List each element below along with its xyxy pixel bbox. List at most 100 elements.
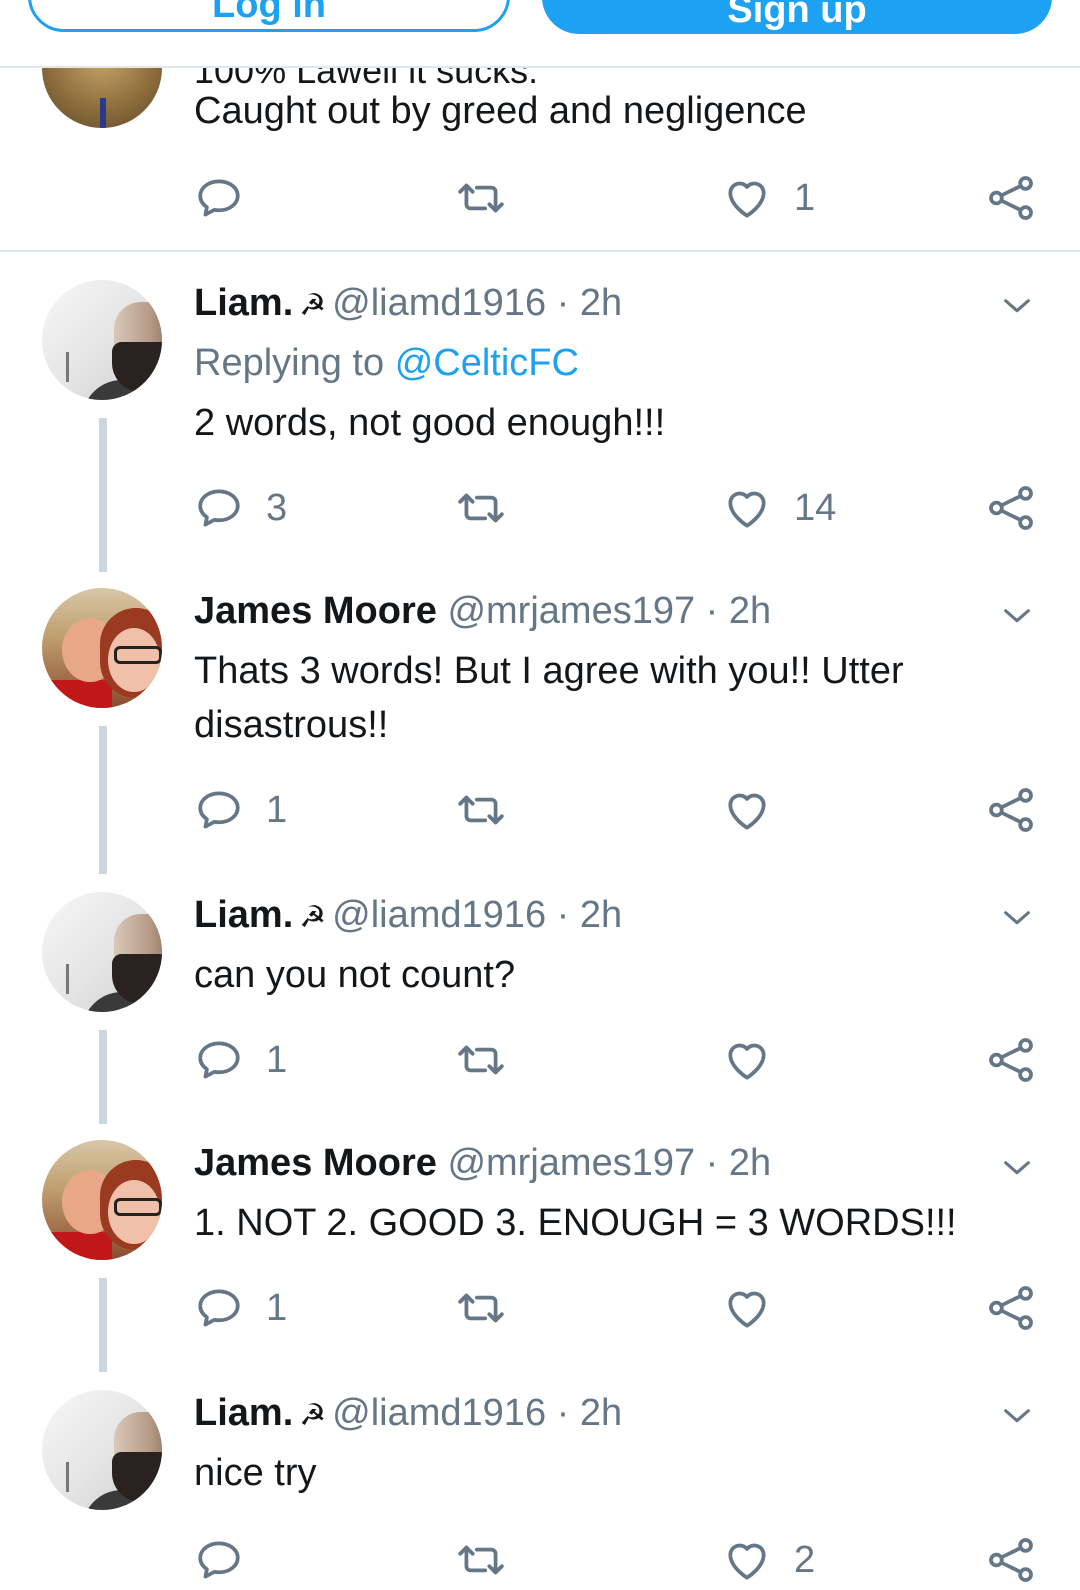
- handle[interactable]: @mrjames197: [447, 590, 695, 632]
- display-name[interactable]: James Moore: [194, 1142, 437, 1184]
- tweet-actions: 1: [0, 1278, 1080, 1338]
- avatar[interactable]: [42, 1390, 162, 1510]
- tweet-text: Thats 3 words! But I agree with you!! Ut…: [194, 650, 904, 746]
- handle[interactable]: @liamd1916: [332, 282, 546, 324]
- timestamp[interactable]: 2h: [580, 282, 622, 324]
- tweet-text: 2 words, not good enough!!!: [194, 402, 666, 444]
- like-button[interactable]: 14: [722, 478, 836, 538]
- like-count: 14: [794, 486, 837, 529]
- timestamp[interactable]: 2h: [580, 894, 622, 936]
- reply-button[interactable]: 3: [194, 478, 287, 538]
- signup-button[interactable]: Sign up: [542, 0, 1052, 34]
- retweet-button[interactable]: [456, 1530, 506, 1590]
- reply-button[interactable]: 1: [194, 1030, 287, 1090]
- like-icon: [728, 793, 766, 830]
- like-button[interactable]: 2: [722, 1530, 815, 1590]
- like-button[interactable]: [722, 780, 794, 840]
- share-button[interactable]: [986, 168, 1036, 228]
- reply-button[interactable]: [194, 168, 244, 228]
- reply-button[interactable]: 1: [194, 780, 287, 840]
- retweet-icon: [458, 795, 504, 825]
- like-button[interactable]: 1: [722, 168, 815, 228]
- retweet-icon: [458, 493, 504, 523]
- chevron-down-icon[interactable]: [1000, 598, 1034, 632]
- display-name[interactable]: Liam.: [194, 282, 293, 324]
- tweet-actions: 2: [0, 1530, 1080, 1590]
- reply-icon: [198, 791, 240, 829]
- reply-count: 1: [266, 1038, 288, 1081]
- tweet-first[interactable]: 100% Lawell it sucks. Caught out by gree…: [0, 68, 1080, 252]
- tweet-actions: 3 14: [0, 478, 1080, 538]
- reply-count: 3: [266, 486, 288, 529]
- reply-button[interactable]: [194, 1530, 266, 1590]
- separator: ·: [556, 282, 570, 324]
- share-icon: [989, 486, 1033, 530]
- share-button[interactable]: [986, 1530, 1036, 1590]
- reply-icon: [198, 1541, 240, 1579]
- display-name[interactable]: James Moore: [194, 590, 437, 632]
- retweet-button[interactable]: [456, 780, 506, 840]
- login-button[interactable]: Log in: [28, 0, 510, 32]
- hammer-sickle-emoji: ☭: [299, 901, 327, 934]
- share-icon: [989, 1538, 1033, 1582]
- avatar[interactable]: [42, 588, 162, 708]
- handle[interactable]: @mrjames197: [447, 1142, 695, 1184]
- tweet-text: Caught out by greed and negligence: [194, 90, 807, 132]
- tweet-actions: 1: [0, 1030, 1080, 1090]
- share-icon: [989, 1038, 1033, 1082]
- timestamp[interactable]: 2h: [580, 1392, 622, 1434]
- display-name[interactable]: Liam.: [194, 1392, 293, 1434]
- reply-icon: [198, 1041, 240, 1079]
- avatar[interactable]: [42, 280, 162, 400]
- tweet-header: Liam. ☭ @liamd1916 · 2h: [194, 282, 622, 325]
- avatar[interactable]: [42, 892, 162, 1012]
- like-button[interactable]: [722, 1030, 794, 1090]
- share-button[interactable]: [986, 780, 1036, 840]
- separator: ·: [705, 590, 719, 632]
- retweet-button[interactable]: [456, 478, 506, 538]
- share-button[interactable]: [986, 478, 1036, 538]
- handle[interactable]: @liamd1916: [332, 1392, 546, 1434]
- timestamp[interactable]: 2h: [729, 590, 771, 632]
- retweet-icon: [458, 1545, 504, 1575]
- like-count: 1: [794, 176, 816, 219]
- separator: ·: [705, 1142, 719, 1184]
- chevron-down-icon[interactable]: [1000, 288, 1034, 322]
- tweet-actions: 1: [0, 780, 1080, 840]
- top-bar: Log in Sign up: [0, 0, 1080, 68]
- like-button[interactable]: [722, 1278, 794, 1338]
- share-icon: [989, 788, 1033, 832]
- reply-icon: [198, 179, 240, 217]
- avatar[interactable]: [42, 68, 162, 128]
- timestamp[interactable]: 2h: [729, 1142, 771, 1184]
- tweet-text: can you not count?: [194, 954, 516, 996]
- separator: ·: [556, 894, 570, 936]
- chevron-down-icon[interactable]: [1000, 1398, 1034, 1432]
- hammer-sickle-emoji: ☭: [299, 1399, 327, 1432]
- retweet-icon: [458, 1045, 504, 1075]
- like-icon: [728, 1543, 766, 1580]
- retweet-button[interactable]: [456, 1030, 506, 1090]
- tweet-header: Liam. ☭ @liamd1916 · 2h: [194, 1392, 622, 1435]
- share-button[interactable]: [986, 1030, 1036, 1090]
- retweet-button[interactable]: [456, 168, 506, 228]
- share-button[interactable]: [986, 1278, 1036, 1338]
- like-count: 2: [794, 1538, 816, 1581]
- reply-button[interactable]: 1: [194, 1278, 287, 1338]
- chevron-down-icon[interactable]: [1000, 900, 1034, 934]
- reply-count: 1: [266, 1286, 288, 1329]
- reply-count: 1: [266, 788, 288, 831]
- separator: ·: [556, 1392, 570, 1434]
- like-icon: [728, 1291, 766, 1328]
- share-icon: [989, 176, 1033, 220]
- retweet-button[interactable]: [456, 1278, 506, 1338]
- like-icon: [728, 1043, 766, 1080]
- chevron-down-icon[interactable]: [1000, 1150, 1034, 1184]
- avatar[interactable]: [42, 1140, 162, 1260]
- retweet-icon: [458, 183, 504, 213]
- mention-link[interactable]: @CelticFC: [395, 342, 579, 384]
- display-name[interactable]: Liam.: [194, 894, 293, 936]
- hammer-sickle-emoji: ☭: [299, 289, 327, 322]
- tweet-text: 1. NOT 2. GOOD 3. ENOUGH = 3 WORDS!!!: [194, 1202, 957, 1244]
- handle[interactable]: @liamd1916: [332, 894, 546, 936]
